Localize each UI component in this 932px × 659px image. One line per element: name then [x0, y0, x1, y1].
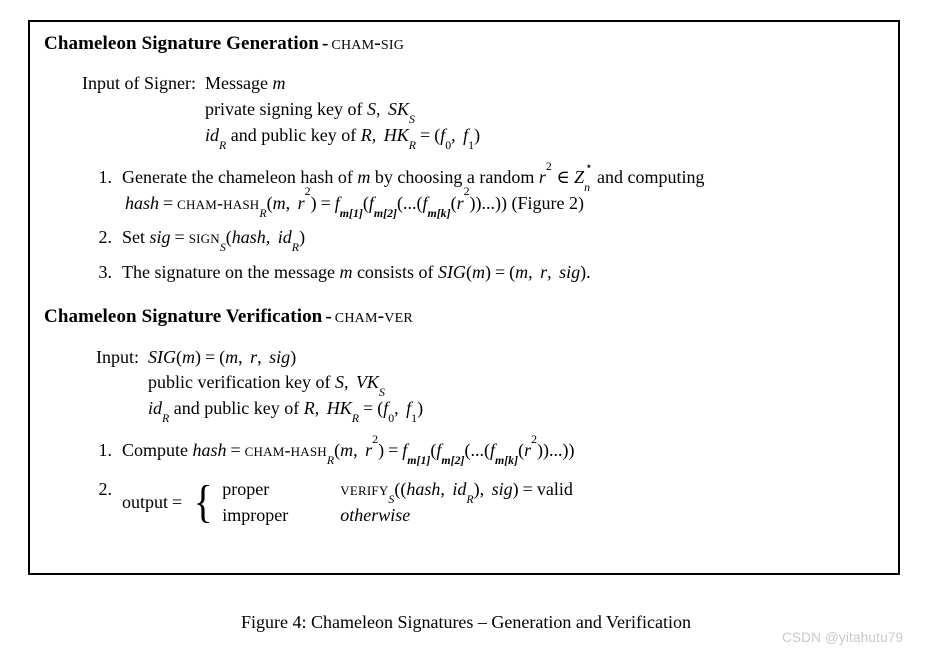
watermark: CSDN @yitahutu79: [782, 630, 904, 645]
left-brace-icon: {: [193, 475, 213, 527]
step-formula: hash = cham-hashR(m, r2) = fm[1](fm[2](...(f…: [125, 184, 585, 220]
step-body: Set sig = signS(hash, idR): [122, 225, 884, 255]
generation-step-2: 2. Set sig = signS(hash, idR): [78, 225, 884, 255]
input-value: idR and public key of R, HKR= (f0, f1): [148, 397, 424, 425]
verification-heading: Chameleon Signature Verification - cham-ve…: [44, 306, 884, 328]
step-number: 3.: [98, 261, 113, 282]
generation-step-1: 1. Generate the chameleon hash of m by c…: [78, 158, 884, 220]
input-row: Input: public verification key of S, VKS: [96, 370, 884, 400]
step-number: 1.: [98, 167, 113, 188]
case-condition: otherwise: [340, 505, 411, 526]
step-body: Compute hash = cham-hashR(m, r2) = fm[1](fm[…: [122, 432, 884, 468]
algorithm-figure-box: Chameleon Signature Generation - cham-sig …: [28, 20, 900, 575]
verification-step-2: 2. output = { proper verifyS((hash, idR)…: [78, 477, 884, 528]
case-value: improper: [222, 505, 289, 526]
step-number: 1.: [98, 440, 113, 461]
verification-heading-title: Chameleon Signature Verification: [44, 306, 323, 328]
step-body: Generate the chameleon hash of m by choo…: [122, 158, 884, 220]
input-value: public verification key of S, VKS: [148, 372, 385, 400]
step-body: output = { proper verifyS((hash, idR), s…: [122, 477, 884, 528]
verification-step-1: 1. Compute hash = cham-hashR(m, r2) = fm[1](…: [78, 432, 884, 468]
equals-sign: =: [172, 491, 183, 512]
step-formula: Compute hash = cham-hashR(m, r2) = fm[1](fm[…: [122, 432, 575, 468]
step-number: 2.: [98, 227, 113, 248]
input-row: Input: SIG(m) = (m, r, sig): [96, 345, 884, 371]
input-row: Input of Signer: Message m: [82, 71, 884, 97]
generation-input-label: Input of Signer:: [82, 73, 196, 94]
verification-input-block: Input: SIG(m)=(m, r, sig) Input: public …: [96, 345, 884, 425]
generation-heading-title: Chameleon Signature Generation: [44, 33, 319, 54]
figure-reference: (Figure 2): [511, 192, 585, 213]
input-row: Input of Signer: idR and public key of R…: [82, 123, 884, 152]
input-value: SIG(m) = (m, r, sig): [148, 346, 297, 367]
step-formula: Set sig = signS(hash, idR): [122, 227, 306, 255]
step-number: 2.: [98, 478, 113, 499]
verification-input-label: Input:: [96, 346, 139, 367]
step-text: The signature on the message m consists …: [122, 261, 591, 282]
input-value: private signing key of S, SKS: [205, 98, 415, 127]
input-value: Message m: [205, 73, 286, 94]
verification-heading-name: cham-ver: [334, 306, 413, 328]
verification-steps: 1. Compute hash = cham-hashR(m, r2) = fm[1](…: [78, 432, 884, 528]
generation-step-3: 3. The signature on the message m consis…: [78, 260, 884, 286]
cases-grid: proper verifyS((hash, idR), sig) = valid i…: [222, 477, 573, 528]
generation-input-block: Input of Signer: Message m Input of Sign…: [82, 71, 884, 152]
generation-steps: 1. Generate the chameleon hash of m by c…: [78, 158, 884, 286]
case-value: proper: [222, 478, 270, 499]
verification-heading-dash: -: [325, 306, 332, 328]
generation-heading-dash: -: [321, 33, 329, 54]
generation-heading-name: cham-sig: [331, 33, 405, 54]
generation-heading: Chameleon Signature Generation - cham-sig: [44, 33, 884, 55]
input-row: Input: idR and public key of R, HKR=(f0,…: [96, 396, 884, 425]
step-text: Generate the chameleon hash of m by choo…: [122, 158, 705, 195]
step-body: The signature on the message m consists …: [122, 260, 884, 286]
output-cases: output = { proper verifyS((hash, idR), s…: [122, 477, 884, 528]
output-label: output: [122, 491, 169, 512]
input-row: Input of Signer: private signing key of …: [82, 97, 884, 127]
case-condition: verifyS((hash, idR), sig) = valid: [340, 478, 573, 507]
input-value: idR and public key of R, HKR= (f0, f1): [205, 124, 481, 152]
